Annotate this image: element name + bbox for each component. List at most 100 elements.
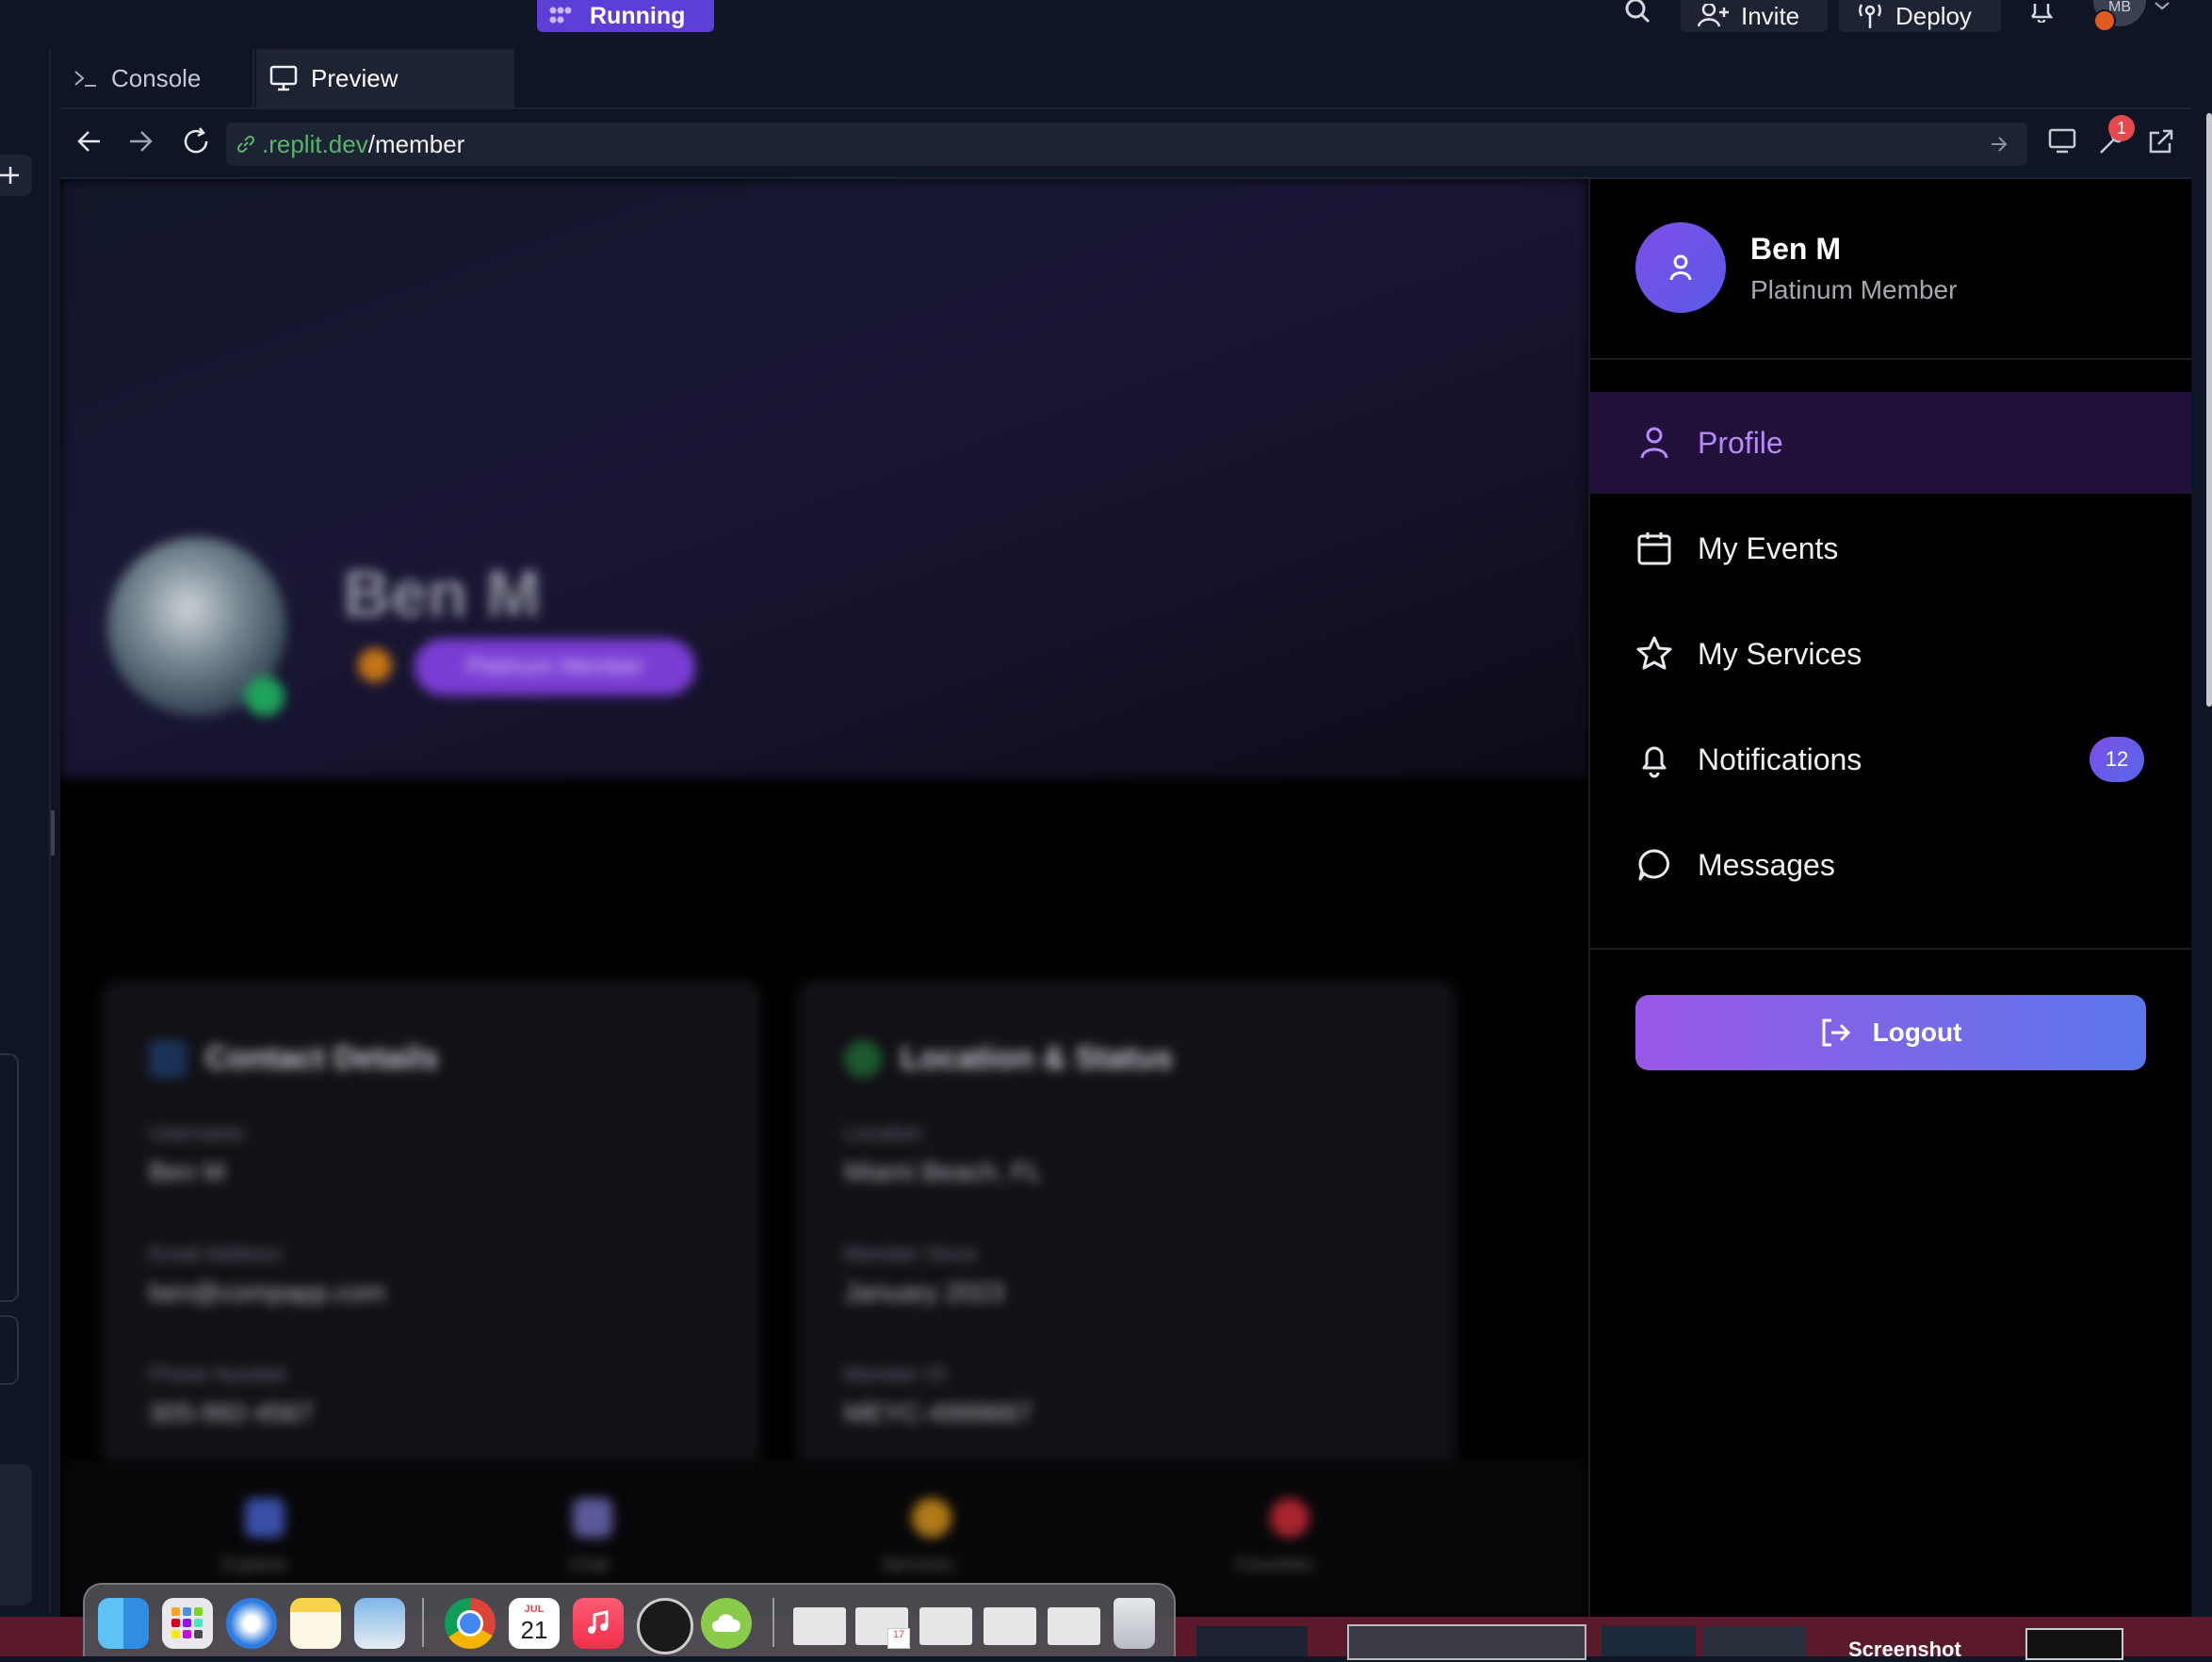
plus-icon: [0, 167, 19, 184]
open-new-tab-button[interactable]: [2146, 128, 2174, 156]
running-label: Running: [590, 2, 686, 29]
side-input[interactable]: [0, 1464, 32, 1605]
reload-button[interactable]: [181, 126, 211, 156]
drawer-user-header: Ben M Platinum Member: [1590, 179, 2191, 360]
desktop-thumbnail[interactable]: [1703, 1626, 1807, 1656]
desktop-thumbnail[interactable]: [2025, 1628, 2123, 1660]
url-input[interactable]: .replit.dev/member: [226, 122, 2027, 166]
deploy-label: Deploy: [1895, 1, 1972, 30]
go-arrow-icon[interactable]: [1990, 136, 2009, 153]
preview-app-icon[interactable]: [354, 1598, 405, 1649]
field-label: Email Address: [149, 1242, 282, 1265]
preview-viewport: Ben M Platinum Member Contact Details Us…: [60, 179, 2191, 1617]
favorites-icon[interactable]: [1270, 1498, 1309, 1538]
menu-item-messages[interactable]: Messages: [1590, 814, 2191, 916]
music-note-icon: [588, 1610, 609, 1634]
desktop-file-label[interactable]: Screenshot: [1848, 1638, 1961, 1662]
trash-icon[interactable]: [1114, 1598, 1155, 1649]
search-icon: [1625, 0, 1651, 24]
menu-item-profile[interactable]: Profile: [1590, 392, 2191, 494]
tab-preview[interactable]: Preview: [256, 49, 514, 107]
user-icon: [1669, 254, 1692, 281]
logout-button[interactable]: Logout: [1635, 995, 2146, 1070]
running-button[interactable]: Running: [537, 0, 714, 32]
terminal-icon: [74, 71, 96, 87]
profile-hero: [60, 179, 1588, 778]
resize-handle[interactable]: [51, 810, 55, 855]
explore-icon[interactable]: [245, 1498, 285, 1538]
external-link-icon: [2149, 129, 2173, 154]
search-button[interactable]: [1622, 0, 1660, 28]
url-host: .replit.dev: [262, 129, 368, 158]
online-status-dot: [245, 676, 285, 716]
cloud-icon: [712, 1614, 741, 1632]
chrome-center: [457, 1610, 483, 1637]
services-icon[interactable]: [912, 1498, 951, 1538]
account-menu-toggle[interactable]: [2154, 0, 2171, 13]
field-value: 305-992-4567: [149, 1398, 314, 1427]
field-value: Ben M: [149, 1157, 225, 1186]
field-label: Username: [149, 1121, 245, 1145]
field-label: Phone Number: [149, 1362, 288, 1386]
menu-label: Profile: [1698, 425, 1783, 460]
desktop-thumbnail[interactable]: [1602, 1626, 1696, 1656]
deploy-icon: [1859, 4, 1881, 28]
field-label: Member Since: [844, 1242, 978, 1265]
drawer-avatar[interactable]: [1635, 222, 1726, 313]
url-path: /member: [367, 129, 465, 158]
finder-icon[interactable]: [98, 1598, 149, 1649]
star-icon: [1636, 636, 1672, 670]
cloud-app-icon[interactable]: [701, 1598, 752, 1649]
notifications-button[interactable]: [2027, 0, 2061, 26]
calendar-icon: [1637, 532, 1671, 565]
desktop-thumbnail[interactable]: [1347, 1624, 1586, 1660]
workspace-header: Running Invite Deploy MB: [0, 0, 2212, 49]
invite-button[interactable]: Invite: [1681, 0, 1828, 32]
menu-item-my-events[interactable]: My Events: [1590, 497, 2191, 599]
drawer-user-tier: Platinum Member: [1750, 275, 1958, 304]
user-icon: [1640, 427, 1668, 459]
safari-icon[interactable]: [226, 1598, 277, 1649]
forward-button[interactable]: [128, 128, 155, 155]
monitor-icon: [2048, 128, 2076, 154]
minimized-window[interactable]: [919, 1607, 972, 1645]
arrow-right-icon: [130, 131, 153, 152]
device-preview-button[interactable]: [2048, 128, 2076, 155]
tier-star-icon: [358, 648, 392, 682]
music-icon[interactable]: [573, 1598, 624, 1649]
nav-label-favorites[interactable]: Favorites: [1236, 1555, 1313, 1576]
drawer-user-name: Ben M: [1750, 232, 1841, 266]
back-button[interactable]: [75, 128, 102, 155]
new-tab-button[interactable]: [0, 155, 32, 196]
monitor-icon: [269, 65, 298, 91]
calendar-day: 21: [520, 1615, 548, 1644]
desktop-thumbnail[interactable]: [1196, 1626, 1308, 1656]
launchpad-icon[interactable]: [162, 1598, 213, 1649]
clock-app-icon[interactable]: [637, 1598, 693, 1654]
bell-icon: [1642, 746, 1667, 778]
minimized-window[interactable]: [984, 1607, 1036, 1645]
nav-label-explore[interactable]: Explore: [222, 1555, 286, 1576]
chat-icon[interactable]: [573, 1498, 612, 1538]
pane-tab-strip: Console Preview: [60, 49, 2191, 109]
scrollbar[interactable]: [2206, 113, 2212, 707]
window-badge: 17: [887, 1628, 910, 1649]
calendar-app-icon[interactable]: JUL 21: [509, 1598, 560, 1649]
field-value: January 2023: [844, 1278, 1004, 1307]
profile-name: Ben M: [343, 557, 541, 630]
drawer-divider: [1590, 948, 2191, 950]
side-panel-small: [0, 1315, 19, 1385]
chrome-icon[interactable]: [445, 1598, 496, 1649]
minimized-window[interactable]: [793, 1607, 846, 1645]
nav-label-chat[interactable]: Chat: [569, 1555, 609, 1576]
minimized-window[interactable]: [1048, 1607, 1100, 1645]
minimized-window[interactable]: 17: [855, 1607, 910, 1649]
menu-item-my-services[interactable]: My Services: [1590, 603, 2191, 705]
nav-label-services[interactable]: Services: [882, 1555, 954, 1576]
dock-separator: [422, 1598, 424, 1647]
stop-icon: [549, 7, 572, 24]
dock-separator: [773, 1598, 774, 1647]
notes-icon[interactable]: [290, 1598, 341, 1649]
deploy-button[interactable]: Deploy: [1839, 0, 2001, 32]
tab-console[interactable]: Console: [60, 49, 254, 107]
